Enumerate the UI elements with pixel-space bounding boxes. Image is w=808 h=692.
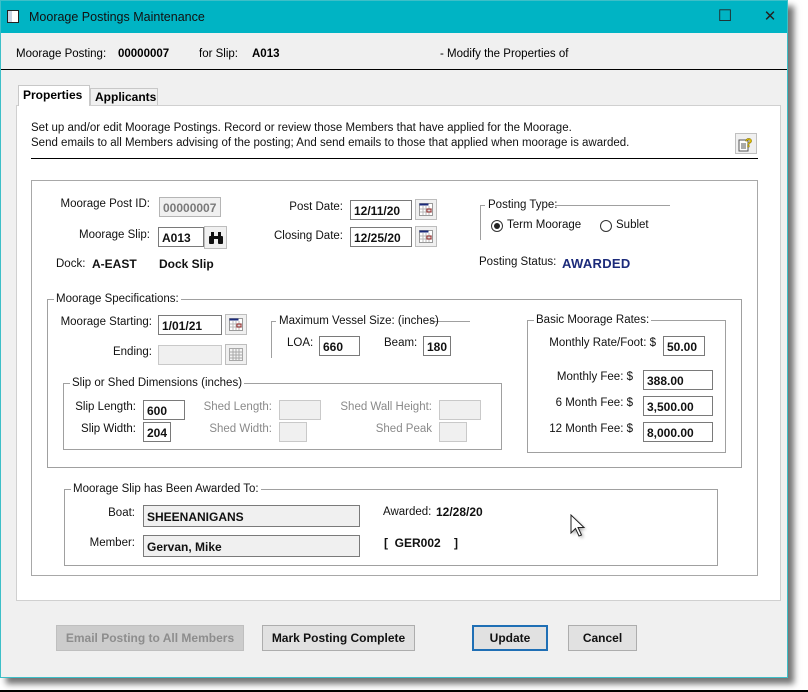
rate-per-foot-field[interactable]: 50.00 xyxy=(663,336,705,356)
help-icon: ? xyxy=(738,136,753,151)
rates-legend: Basic Moorage Rates: xyxy=(534,314,652,326)
calendar-icon xyxy=(229,318,243,331)
beam-field[interactable]: 180 xyxy=(423,336,451,356)
rate-per-foot-label: Monthly Rate/Foot: $ xyxy=(549,337,656,349)
boat-label: Boat: xyxy=(108,507,135,519)
shed-width-field xyxy=(279,422,307,442)
dock-value: A-EAST xyxy=(92,257,137,271)
ending-calendar-button xyxy=(225,344,247,365)
shed-wall-height-field xyxy=(439,400,481,420)
posting-status-value: AWARDED xyxy=(562,256,631,271)
starting-calendar-button[interactable] xyxy=(225,314,247,335)
closing-date-calendar-button[interactable] xyxy=(415,226,437,247)
closing-date-label: Closing Date: xyxy=(273,230,343,242)
description-line-2: Send emails to all Members advising of t… xyxy=(31,137,630,149)
specifications-legend: Moorage Specifications: xyxy=(54,293,181,305)
shed-peak-label: Shed Peak xyxy=(375,423,432,435)
dock-label: Dock: xyxy=(56,258,86,270)
calendar-icon xyxy=(229,348,243,361)
ending-field xyxy=(158,345,222,365)
boat-field: SHEENANIGANS xyxy=(143,505,360,527)
vessel-frame-left xyxy=(271,321,272,358)
post-date-calendar-button[interactable] xyxy=(415,199,437,220)
awarded-date: 12/28/20 xyxy=(436,505,483,519)
term-moorage-label: Term Moorage xyxy=(507,219,582,231)
monthly-fee-field[interactable]: 388.00 xyxy=(643,370,713,390)
sublet-radio[interactable] xyxy=(600,220,612,232)
svg-text:?: ? xyxy=(745,136,752,150)
moorage-starting-label: Moorage Starting: xyxy=(60,316,152,328)
member-label: Member: xyxy=(89,537,135,549)
member-code: [ GER002 ] xyxy=(384,536,459,550)
slip-length-label: Slip Length: xyxy=(75,401,136,413)
post-id-label: Moorage Post ID: xyxy=(60,198,150,210)
post-id-field: 00000007 xyxy=(159,197,221,217)
posting-type-legend: Posting Type: xyxy=(488,199,558,211)
posting-status-label: Posting Status: xyxy=(479,256,557,268)
email-all-members-button: Email Posting to All Members xyxy=(56,625,244,651)
beam-label: Beam: xyxy=(384,337,418,349)
awarded-label: Awarded: xyxy=(383,506,432,518)
calendar-icon xyxy=(419,230,433,243)
dimensions-legend: Slip or Shed Dimensions (inches) xyxy=(70,377,245,389)
description-line-1: Set up and/or edit Moorage Postings. Rec… xyxy=(31,122,572,134)
posting-type-frame-left xyxy=(480,205,481,240)
slip-length-field[interactable]: 600 xyxy=(143,400,185,420)
binoculars-icon xyxy=(208,231,223,244)
slip-width-field[interactable]: 204 xyxy=(143,422,171,442)
sublet-label: Sublet xyxy=(616,219,649,231)
loa-field[interactable]: 660 xyxy=(319,336,360,356)
six-month-fee-label: 6 Month Fee: $ xyxy=(555,397,633,409)
posting-type-frame-top-right xyxy=(555,205,670,206)
ending-label: Ending: xyxy=(112,346,152,358)
post-date-field[interactable]: 12/11/20 xyxy=(350,200,412,220)
term-moorage-radio[interactable] xyxy=(491,220,503,232)
mark-posting-complete-button[interactable]: Mark Posting Complete xyxy=(262,625,415,651)
mouse-cursor-icon xyxy=(570,514,586,538)
help-button[interactable]: ? xyxy=(735,133,757,154)
calendar-icon xyxy=(419,203,433,216)
vessel-legend: Maximum Vessel Size: (inches) xyxy=(279,315,439,327)
moorage-slip-label: Moorage Slip: xyxy=(79,229,150,241)
closing-date-field[interactable]: 12/25/20 xyxy=(350,227,412,247)
description-divider xyxy=(31,158,758,159)
shed-length-label: Shed Length: xyxy=(203,401,272,413)
shed-width-label: Shed Width: xyxy=(209,423,272,435)
moorage-slip-field[interactable]: A013 xyxy=(158,227,204,247)
find-slip-button[interactable] xyxy=(204,226,227,249)
cancel-button[interactable]: Cancel xyxy=(568,625,637,651)
member-field: Gervan, Mike xyxy=(143,535,360,557)
six-month-fee-field[interactable]: 3,500.00 xyxy=(643,396,713,416)
awarded-legend: Moorage Slip has Been Awarded To: xyxy=(71,483,261,495)
shed-wall-height-label: Shed Wall Height: xyxy=(340,401,432,413)
twelve-month-fee-label: 12 Month Fee: $ xyxy=(549,423,633,435)
shed-peak-field xyxy=(439,422,467,442)
slip-type-value: Dock Slip xyxy=(159,257,214,271)
monthly-fee-label: Monthly Fee: $ xyxy=(556,371,633,383)
loa-label: LOA: xyxy=(287,337,314,349)
shed-length-field xyxy=(279,400,321,420)
twelve-month-fee-field[interactable]: 8,000.00 xyxy=(643,422,713,442)
slip-width-label: Slip Width: xyxy=(81,423,136,435)
update-button[interactable]: Update xyxy=(472,625,548,651)
post-date-label: Post Date: xyxy=(289,201,343,213)
moorage-starting-field[interactable]: 1/01/21 xyxy=(158,315,222,335)
